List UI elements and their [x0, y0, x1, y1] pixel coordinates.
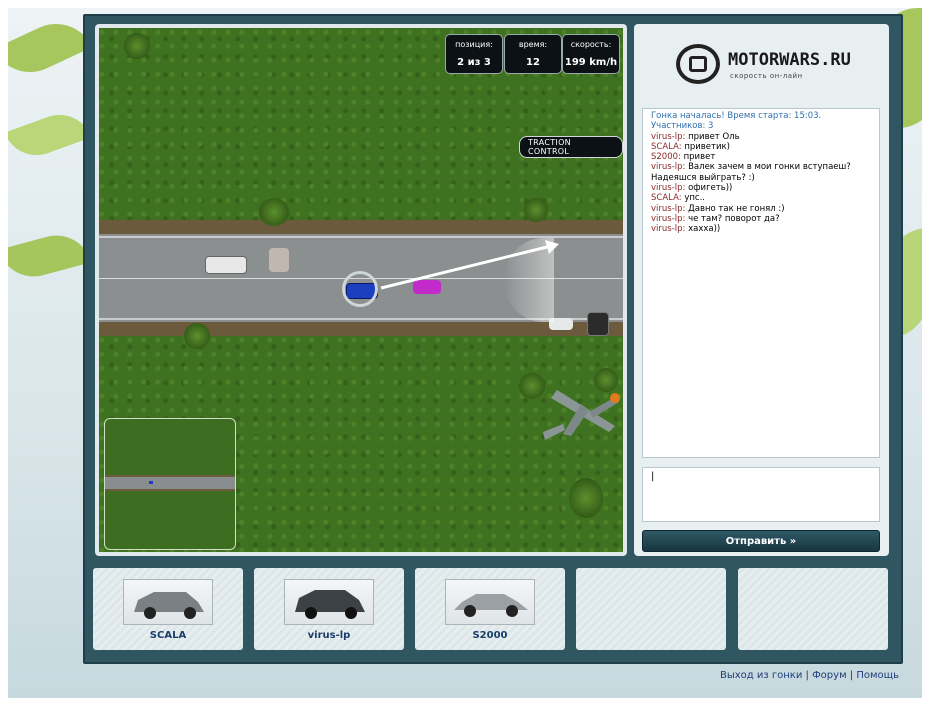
hud-speed-label: скорость: — [570, 40, 612, 49]
minimap-player-dot — [149, 481, 153, 484]
player-slot[interactable]: S2000 — [415, 568, 565, 650]
chat-message: virus-lp: офигеть)) — [651, 183, 871, 193]
chat-text: Давно так не гонял :) — [688, 203, 785, 214]
tree — [184, 323, 210, 349]
chat-username: virus-lp: — [651, 162, 686, 173]
roadside-dirt-top — [99, 220, 623, 234]
hud-time-label: время: — [518, 40, 548, 49]
hud-speed: скорость: 199 km/h — [562, 34, 620, 74]
footer-links: Выход из гонки | Форум | Помощь — [720, 670, 899, 681]
logo-title: MOTORWARS.RU — [728, 50, 851, 70]
roadside-dirt-bottom — [99, 322, 623, 336]
tree — [524, 198, 548, 222]
tree — [569, 478, 603, 518]
car-photo-suv — [284, 579, 374, 625]
hud-time: время: 12 — [504, 34, 562, 74]
chat-text: привет — [683, 152, 716, 163]
help-link[interactable]: Помощь — [856, 670, 899, 681]
hud-position-value: 2 из 3 — [457, 57, 491, 68]
player-slot-empty — [576, 568, 726, 650]
race-track-view[interactable]: позиция: 2 из 3 время: 12 скорость: 199 … — [99, 28, 623, 552]
send-button[interactable]: Отправить » — [642, 530, 880, 552]
chat-log[interactable]: Гонка началась! Время старта: 15:03. Уча… — [642, 108, 880, 458]
chat-message: virus-lp: че там? поворот да? — [651, 214, 871, 224]
player-name: S2000 — [472, 630, 508, 641]
minimap — [104, 418, 236, 550]
player-slot-empty — [738, 568, 888, 650]
chat-message: virus-lp: привет Оль — [651, 132, 871, 142]
hud-time-value: 12 — [526, 57, 540, 68]
player-name: SCALA — [149, 630, 187, 641]
chat-message: SCALA: приветик) — [651, 142, 871, 152]
chat-username: virus-lp: — [651, 213, 686, 224]
chat-message: SCALA: упс.. — [651, 193, 871, 203]
footer-separator: | — [805, 670, 809, 681]
player-slot[interactable]: SCALA — [93, 568, 243, 650]
chat-username: virus-lp: — [651, 131, 686, 142]
tree — [124, 33, 150, 59]
chat-message: S2000: привет — [651, 152, 871, 162]
chat-text: хахха)) — [688, 224, 721, 235]
hud-speed-value: 199 km/h — [564, 57, 618, 68]
tree — [259, 198, 289, 226]
exit-race-link[interactable]: Выход из гонки — [720, 670, 802, 681]
chat-username: SCALA: — [651, 141, 682, 152]
chat-text: Гонка началась! Время старта: 15:03. Уча… — [651, 111, 822, 132]
chat-text: упс.. — [684, 193, 705, 204]
car-photo-suv — [123, 579, 213, 625]
player-slot[interactable]: virus-lp — [254, 568, 404, 650]
chat-username: SCALA: — [651, 193, 682, 204]
chat-text: привет Оль — [688, 131, 740, 142]
chat-system-message: Гонка началась! Время старта: 15:03. Уча… — [651, 111, 871, 132]
forum-link[interactable]: Форум — [812, 670, 847, 681]
chat-username: S2000: — [651, 152, 681, 163]
chat-username: virus-lp: — [651, 183, 686, 194]
decor-leaf — [8, 227, 92, 285]
motorwars-logo-icon — [676, 44, 720, 84]
roadside-truck — [587, 312, 609, 336]
chat-text: офигеть)) — [688, 183, 733, 194]
traction-control-indicator: TRACTION CONTROL — [519, 136, 623, 158]
footer-separator: | — [849, 670, 854, 681]
decor-leaf — [8, 10, 93, 86]
hud-position: позиция: 2 из 3 — [445, 34, 503, 74]
crashed-plane-icon — [543, 390, 620, 440]
chat-message: virus-lp: Давно так не гонял :) — [651, 204, 871, 214]
car-photo-sedan — [445, 579, 535, 625]
chat-text: че там? поворот да? — [688, 213, 780, 224]
logo-subtitle: скорость он-лайн — [730, 72, 803, 80]
decor-leaf — [8, 105, 92, 165]
chat-message: virus-lp: Валек зачем в мои гонки вступа… — [651, 162, 871, 183]
player-name: virus-lp — [307, 630, 351, 641]
crashed-car — [269, 248, 289, 272]
hud-position-label: позиция: — [455, 40, 493, 49]
chat-text: приветик) — [684, 141, 730, 152]
chat-username: virus-lp: — [651, 224, 686, 235]
chat-input[interactable]: | — [642, 467, 880, 522]
chat-message: virus-lp: хахха)) — [651, 224, 871, 234]
chat-username: virus-lp: — [651, 203, 686, 214]
ambulance-car — [205, 256, 247, 274]
